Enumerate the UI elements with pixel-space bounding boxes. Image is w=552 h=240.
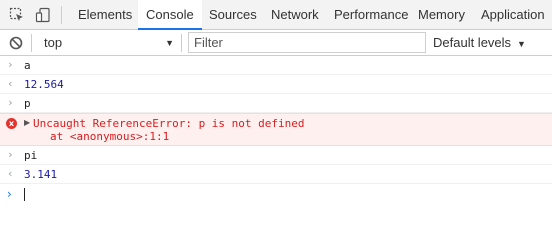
tab-sources[interactable]: Sources	[209, 0, 257, 29]
tab-application[interactable]: Application	[481, 0, 545, 29]
tab-elements[interactable]: Elements	[78, 0, 132, 29]
tab-network[interactable]: Network	[271, 0, 319, 29]
console-input-entry: › p	[0, 94, 552, 113]
result-arrow-icon: ‹	[7, 77, 14, 90]
error-stack-trace[interactable]: at <anonymous>:1:1	[50, 130, 169, 143]
input-text: p	[24, 97, 31, 110]
triangle-down-icon: ▼	[517, 39, 526, 49]
tab-console[interactable]: Console	[138, 0, 202, 30]
input-prompt-icon: ›	[7, 96, 14, 109]
error-message[interactable]: Uncaught ReferenceError: p is not define…	[33, 117, 305, 130]
toolbar-divider	[181, 34, 182, 52]
log-levels-dropdown[interactable]: Default levels ▼	[433, 35, 526, 50]
result-arrow-icon: ‹	[7, 167, 14, 180]
input-text: a	[24, 59, 31, 72]
expand-triangle-icon[interactable]: ▶	[24, 118, 30, 127]
console-result-entry: ‹ 3.141	[0, 165, 552, 184]
console-prompt[interactable]: ›	[0, 184, 552, 204]
result-value: 3.141	[24, 168, 58, 181]
devtools-tab-bar: Elements Console Sources Network Perform…	[0, 0, 552, 30]
clear-console-icon[interactable]	[7, 30, 25, 56]
filter-box	[188, 32, 426, 53]
text-caret	[24, 188, 25, 201]
tab-memory[interactable]: Memory	[418, 0, 465, 29]
filter-input[interactable]	[189, 33, 425, 52]
console-input-entry: › pi	[0, 146, 552, 165]
console-result-entry: ‹ 12.564	[0, 75, 552, 94]
console-toolbar: top ▼ Default levels ▼	[0, 30, 552, 56]
context-value: top	[44, 35, 63, 50]
console-error-entry: x ▶ Uncaught ReferenceError: p is not de…	[0, 113, 552, 146]
input-prompt-icon: ›	[7, 148, 14, 161]
prompt-chevron-icon: ›	[7, 187, 12, 201]
console-messages: › a ‹ 12.564 › p x ▶ Uncaught ReferenceE…	[0, 56, 552, 204]
toolbar-divider	[61, 6, 62, 24]
console-input-entry: › a	[0, 56, 552, 75]
log-levels-label: Default levels	[433, 35, 512, 50]
error-icon: x	[6, 118, 17, 129]
tab-performance[interactable]: Performance	[334, 0, 408, 29]
context-select[interactable]: top ▼	[38, 32, 178, 53]
result-value: 12.564	[24, 78, 64, 91]
input-text: pi	[24, 149, 38, 162]
triangle-down-icon: ▼	[165, 38, 174, 48]
device-toggle-icon[interactable]	[32, 0, 54, 30]
toolbar-divider	[31, 34, 32, 52]
input-prompt-icon: ›	[7, 58, 14, 71]
inspect-element-icon[interactable]	[6, 0, 28, 30]
